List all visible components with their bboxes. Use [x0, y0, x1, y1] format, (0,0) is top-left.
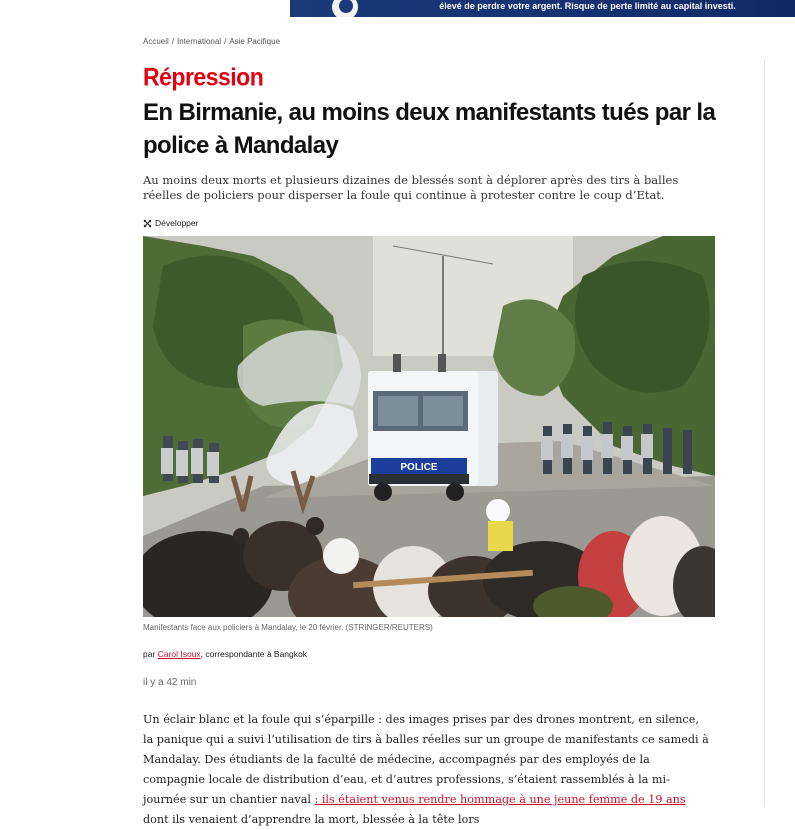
byline-prefix: par	[143, 649, 156, 659]
body-text-2: dont ils venaient d’apprendre la mort, b…	[143, 813, 480, 826]
breadcrumb-home[interactable]: Accueil	[143, 37, 169, 46]
ad-disclaimer-text: élevé de perdre votre argent. Risque de …	[439, 1, 736, 11]
article-body: Un éclair blanc et la foule qui s’éparpi…	[143, 710, 709, 830]
protest-photo-illustration: POLICE	[143, 236, 715, 617]
expand-label: Développer	[155, 218, 199, 228]
publish-time: il y a 42 min	[143, 677, 197, 688]
byline-role: , correspondante à Bangkok	[200, 649, 307, 659]
truck-police-label: POLICE	[400, 462, 438, 473]
byline: par Carol Isoux, correspondante à Bangko…	[143, 649, 307, 659]
author-link[interactable]: Carol Isoux	[158, 649, 201, 659]
breadcrumb-international[interactable]: International	[177, 37, 221, 46]
breadcrumb-asie-pacifique[interactable]: Asie Pacifique	[229, 37, 280, 46]
breadcrumb: Accueil / International / Asie Pacifique	[143, 37, 280, 46]
photo-caption: Manifestants face aux policiers à Mandal…	[143, 623, 433, 632]
article-kicker: Répression	[143, 63, 264, 92]
ad-banner[interactable]: élevé de perdre votre argent. Risque de …	[290, 0, 795, 17]
breadcrumb-separator: /	[171, 37, 175, 46]
expand-icon	[143, 219, 152, 227]
expand-image-button[interactable]: Développer	[143, 218, 198, 228]
body-inline-link[interactable]: : ils étaient venus rendre hommage à une…	[315, 793, 686, 806]
article-photo[interactable]: POLICE	[143, 236, 715, 617]
article-lede: Au moins deux morts et plusieurs dizaine…	[143, 173, 679, 202]
breadcrumb-separator: /	[224, 37, 227, 46]
article-headline: En Birmanie, au moins deux manifestants …	[143, 99, 716, 159]
column-divider	[764, 60, 765, 805]
